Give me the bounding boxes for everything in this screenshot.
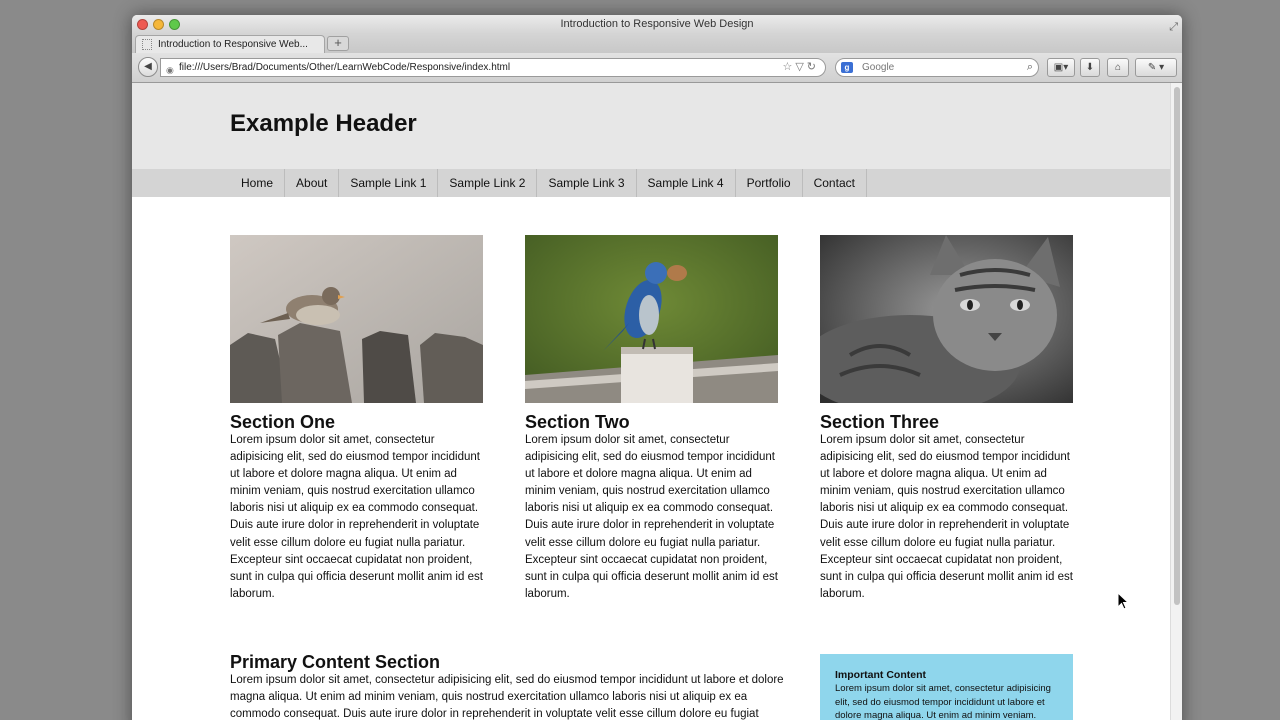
addons-icon: ✎ ▾	[1147, 62, 1165, 73]
primary-content: Primary Content Section Lorem ipsum dolo…	[230, 652, 790, 720]
important-content-box: Important Content Lorem ipsum dolor sit …	[820, 654, 1073, 720]
cat-image	[820, 235, 1073, 403]
mouse-cursor-icon	[1117, 592, 1129, 610]
nav-link-sample-link-3[interactable]: Sample Link 3	[537, 169, 637, 197]
nav-link-sample-link-2[interactable]: Sample Link 2	[438, 169, 538, 197]
address-bar-actions: ☆▽↻	[782, 59, 819, 76]
tab-active[interactable]: Introduction to Responsive Web...	[135, 35, 325, 53]
page-viewport: Example Header Home About Sample Link 1 Sam…	[132, 83, 1170, 720]
primary-body: Lorem ipsum dolor sit amet, consectetur …	[230, 674, 784, 720]
back-arrow-icon: ◀	[144, 61, 152, 72]
back-button[interactable]: ◀	[138, 57, 158, 77]
home-icon: ⌂	[1114, 62, 1122, 73]
section-two: Section Two Lorem ipsum dolor sit amet, …	[525, 235, 778, 603]
download-arrow-icon: ⬇	[1085, 62, 1095, 73]
reload-icon[interactable]: ↻	[807, 61, 819, 73]
nav-link-about[interactable]: About	[285, 169, 340, 197]
search-placeholder: Google	[862, 62, 895, 73]
new-tab-button[interactable]: +	[327, 36, 349, 51]
nav-link-sample-link-4[interactable]: Sample Link 4	[637, 169, 736, 197]
site-header: Example Header	[132, 83, 1170, 169]
aside-body: Lorem ipsum dolor sit amet, consectetur …	[835, 683, 1051, 720]
window-title: Introduction to Responsive Web Design	[560, 18, 754, 30]
section-body: Lorem ipsum dolor sit amet, consectetur …	[820, 434, 1073, 600]
nav-link-home[interactable]: Home	[230, 169, 286, 197]
bookmarks-icon: ▣▾	[1053, 62, 1069, 73]
section-body: Lorem ipsum dolor sit amet, consectetur …	[230, 434, 483, 600]
site-title: Example Header	[230, 110, 417, 137]
section-body: Lorem ipsum dolor sit amet, consectetur …	[525, 434, 778, 600]
browser-window: Introduction to Responsive Web Design ⤢ …	[132, 15, 1182, 720]
tab-title: Introduction to Responsive Web...	[158, 39, 308, 50]
aside-heading: Important Content	[835, 669, 926, 681]
bookmark-star-icon[interactable]: ☆	[782, 61, 795, 73]
search-box[interactable]: g Google ⌕	[835, 58, 1039, 77]
blue-jay-image	[525, 235, 778, 403]
title-bar: Introduction to Responsive Web Design ⤢	[132, 15, 1182, 34]
globe-icon: ◉	[166, 65, 174, 75]
section-one: Section One Lorem ipsum dolor sit amet, …	[230, 235, 483, 603]
section-heading: Section One	[230, 412, 336, 432]
nav-link-portfolio[interactable]: Portfolio	[736, 169, 803, 197]
addons-menu-button[interactable]: ✎ ▾	[1135, 58, 1177, 77]
browser-toolbar: ◀ ◉ file:///Users/Brad/Documents/Other/L…	[132, 53, 1182, 83]
minimize-window-button[interactable]	[153, 19, 164, 30]
sparrow-image	[230, 235, 483, 403]
nav-list: Home About Sample Link 1 Sample Link 2 Sampl…	[230, 169, 867, 197]
downloads-button[interactable]: ⬇	[1080, 58, 1100, 77]
bookmarks-menu-button[interactable]: ▣▾	[1047, 58, 1075, 77]
home-button[interactable]: ⌂	[1107, 58, 1129, 77]
address-bar[interactable]: ◉ file:///Users/Brad/Documents/Other/Lea…	[160, 58, 826, 77]
close-window-button[interactable]	[137, 19, 148, 30]
tab-bar: Introduction to Responsive Web... +	[132, 34, 1182, 53]
address-url: file:///Users/Brad/Documents/Other/Learn…	[179, 62, 511, 73]
nav-link-sample-link-1[interactable]: Sample Link 1	[339, 169, 439, 197]
section-heading: Section Two	[525, 412, 630, 432]
section-heading: Section Three	[820, 412, 940, 432]
site-nav: Home About Sample Link 1 Sample Link 2 Sampl…	[132, 169, 1170, 197]
section-three: Section Three Lorem ipsum dolor sit amet…	[820, 235, 1073, 603]
search-icon[interactable]: ⌕	[1027, 59, 1033, 76]
page-scrollbar[interactable]	[1170, 83, 1182, 720]
page-favicon-icon	[142, 39, 152, 50]
scrollbar-thumb[interactable]	[1174, 87, 1180, 605]
zoom-window-button[interactable]	[169, 19, 180, 30]
window-controls	[137, 19, 180, 30]
google-engine-icon[interactable]: g	[841, 62, 853, 73]
nav-link-contact[interactable]: Contact	[803, 169, 867, 197]
primary-heading: Primary Content Section	[230, 652, 441, 672]
history-dropdown-icon[interactable]: ▽	[795, 61, 806, 73]
